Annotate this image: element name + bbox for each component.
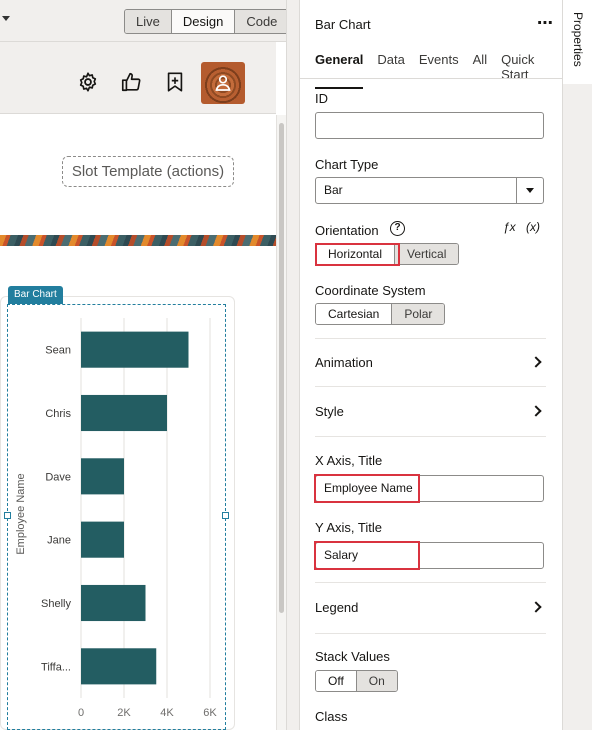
chart-component-tag[interactable]: Bar Chart: [8, 286, 63, 304]
chevron-right-icon: [530, 356, 542, 368]
stack-values-toggle: Off On: [315, 670, 398, 692]
chart-selection-outline[interactable]: [7, 304, 226, 730]
section-divider: [315, 582, 546, 583]
chart-type-select[interactable]: Bar: [315, 177, 544, 204]
x-axis-title-field[interactable]: Employee Name: [315, 475, 544, 502]
properties-rail: Properties: [562, 0, 592, 730]
more-options-icon[interactable]: ⋯: [537, 13, 554, 33]
tab-events[interactable]: Events: [419, 52, 459, 89]
id-field[interactable]: [315, 112, 544, 139]
resize-handle-left[interactable]: [4, 512, 11, 519]
legend-label: Legend: [315, 600, 359, 615]
animation-label: Animation: [315, 355, 373, 370]
properties-rail-tab[interactable]: Properties: [563, 0, 592, 84]
properties-panel: Bar Chart ⋯ General Data Events All Quic…: [300, 0, 562, 730]
resize-handle-right[interactable]: [222, 512, 229, 519]
style-section[interactable]: Style: [315, 399, 546, 425]
gear-icon[interactable]: [77, 71, 99, 93]
chevron-down-icon[interactable]: [2, 16, 10, 21]
x-axis-title-label: X Axis, Title: [315, 453, 383, 468]
properties-tabs: General Data Events All Quick Start: [315, 52, 562, 89]
style-label: Style: [315, 404, 344, 419]
legend-section[interactable]: Legend: [315, 595, 546, 621]
help-icon[interactable]: ?: [390, 221, 405, 236]
expression-fx-icon[interactable]: ƒx: [503, 220, 516, 234]
coordinate-system-label: Coordinate System: [315, 283, 426, 298]
stack-off-button[interactable]: Off: [316, 671, 357, 691]
chevron-right-icon: [530, 601, 542, 613]
coordinate-system-toggle: Cartesian Polar: [315, 303, 446, 325]
tab-general[interactable]: General: [315, 52, 364, 89]
y-axis-title-field[interactable]: Salary: [315, 542, 544, 569]
variable-x-icon[interactable]: (x): [526, 220, 540, 234]
thumbs-up-icon[interactable]: [120, 71, 142, 93]
view-mode-switcher: Live Design Code: [124, 9, 290, 34]
orientation-horizontal-button[interactable]: Horizontal: [316, 244, 396, 264]
designer-toolbar: Live Design Code: [0, 0, 300, 42]
mode-live-button[interactable]: Live: [125, 10, 172, 33]
class-label: Class: [315, 709, 348, 724]
user-avatar-icon[interactable]: [201, 62, 245, 104]
slot-template-placeholder[interactable]: Slot Template (actions): [62, 156, 234, 187]
chevron-down-icon[interactable]: [516, 178, 543, 203]
mode-code-button[interactable]: Code: [235, 10, 289, 33]
chart-type-label: Chart Type: [315, 157, 379, 172]
orientation-vertical-button[interactable]: Vertical: [395, 244, 459, 264]
coordinate-cartesian-button[interactable]: Cartesian: [316, 304, 393, 324]
panel-divider[interactable]: [286, 0, 300, 730]
panel-title: Bar Chart: [315, 17, 371, 32]
section-divider: [315, 633, 546, 634]
tab-all[interactable]: All: [473, 52, 487, 89]
y-axis-title-label: Y Axis, Title: [315, 520, 382, 535]
bookmark-plus-icon[interactable]: [164, 71, 186, 93]
tab-data[interactable]: Data: [377, 52, 404, 89]
coordinate-polar-button[interactable]: Polar: [392, 304, 445, 324]
stack-values-label: Stack Values: [315, 649, 390, 664]
scrollbar-thumb[interactable]: [279, 123, 284, 613]
decorative-banner: [0, 235, 276, 246]
chevron-right-icon: [530, 405, 542, 417]
mode-design-button[interactable]: Design: [171, 10, 236, 33]
tabs-divider: [300, 78, 562, 79]
section-divider: [315, 386, 546, 387]
orientation-label: Orientation: [315, 223, 379, 238]
animation-section[interactable]: Animation: [315, 350, 546, 376]
section-divider: [315, 436, 546, 437]
canvas-scrollbar[interactable]: [276, 115, 286, 730]
id-label: ID: [315, 91, 328, 106]
chart-type-value: Bar: [324, 183, 343, 197]
stack-on-button[interactable]: On: [356, 671, 397, 691]
properties-rail-label: Properties: [571, 12, 585, 67]
section-divider: [315, 338, 546, 339]
orientation-toggle: Horizontal Vertical: [315, 243, 460, 265]
tab-quick-start[interactable]: Quick Start: [501, 52, 548, 89]
